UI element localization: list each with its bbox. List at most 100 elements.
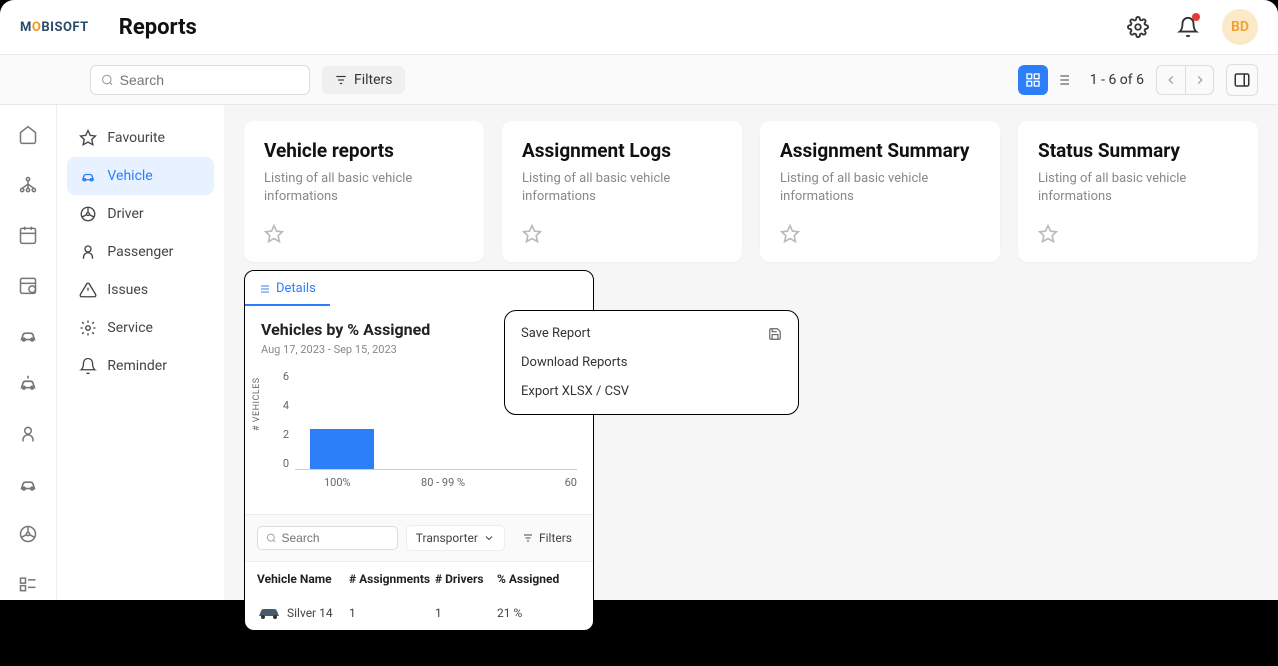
sidebar-label: Driver: [107, 206, 143, 222]
sidebar-item-passenger[interactable]: Passenger: [67, 233, 214, 271]
user-icon: [18, 424, 38, 444]
chevron-left-icon: [1164, 73, 1178, 87]
sidebar-label: Issues: [107, 282, 148, 298]
cell-assignments: 1: [349, 606, 435, 620]
card-title: Assignment Summary: [780, 139, 980, 162]
list-icon: [259, 283, 271, 295]
report-card-vehicle[interactable]: Vehicle reports Listing of all basic veh…: [244, 121, 484, 262]
sidebar-item-favourite[interactable]: Favourite: [67, 119, 214, 157]
grid-icon: [1025, 72, 1041, 88]
steering-icon: [18, 524, 38, 544]
car-icon: [79, 167, 97, 185]
sidebar-item-service[interactable]: Service: [67, 309, 214, 347]
pager-prev[interactable]: [1157, 66, 1185, 94]
xtick: 60: [506, 476, 577, 489]
y-axis-label: # VEHICLES: [252, 377, 262, 431]
card-desc: Listing of all basic vehicle information…: [780, 170, 980, 206]
sidebar-label: Vehicle: [107, 168, 152, 184]
ctx-save-report[interactable]: Save Report: [505, 319, 798, 348]
card-desc: Listing of all basic vehicle information…: [1038, 170, 1238, 206]
ytick: 2: [277, 428, 289, 441]
search-input[interactable]: [120, 72, 299, 88]
rail-car2[interactable]: [8, 369, 48, 401]
user-avatar[interactable]: BD: [1222, 9, 1258, 45]
bar-1: [310, 429, 374, 469]
bell-icon: [79, 357, 97, 375]
schedule-icon: [18, 275, 38, 295]
card-desc: Listing of all basic vehicle information…: [522, 170, 722, 206]
report-card-status-summary[interactable]: Status Summary Listing of all basic vehi…: [1018, 121, 1258, 262]
star-outline-icon[interactable]: [264, 224, 284, 244]
page-title: Reports: [119, 15, 197, 40]
list-view-button[interactable]: [1048, 65, 1078, 95]
filters-button[interactable]: Filters: [322, 66, 405, 94]
steering-icon: [79, 205, 97, 223]
table-row[interactable]: Silver 14 1 1 21 %: [245, 596, 593, 630]
card-desc: Listing of all basic vehicle information…: [264, 170, 464, 206]
xtick: 80 - 99 %: [380, 476, 507, 489]
search-box[interactable]: [90, 65, 310, 95]
detail-filters-button[interactable]: Filters: [513, 526, 581, 550]
cell-drivers: 1: [435, 606, 497, 620]
ctx-label: Download Reports: [521, 355, 627, 370]
logo: MOBISOFT: [20, 20, 89, 35]
gear-icon: [1127, 16, 1149, 38]
settings-button[interactable]: [1122, 11, 1154, 43]
detail-search-input[interactable]: [281, 531, 388, 545]
gear-icon: [79, 319, 97, 337]
rail-user[interactable]: [8, 418, 48, 450]
rail-org[interactable]: [8, 169, 48, 201]
list-icon: [1055, 72, 1071, 88]
cell-name: Silver 14: [287, 606, 333, 620]
ctx-label: Save Report: [521, 326, 591, 341]
rail-layout[interactable]: [8, 568, 48, 600]
rail-car3[interactable]: [8, 468, 48, 500]
sidebar-item-issues[interactable]: Issues: [67, 271, 214, 309]
tab-label: Details: [276, 281, 316, 296]
star-outline-icon[interactable]: [780, 224, 800, 244]
rail-car1[interactable]: [8, 319, 48, 351]
star-outline-icon[interactable]: [522, 224, 542, 244]
sidebar-label: Service: [107, 320, 153, 336]
panel-toggle-button[interactable]: [1226, 64, 1258, 96]
star-outline-icon[interactable]: [1038, 224, 1058, 244]
panel-icon: [1233, 71, 1251, 89]
user-icon: [79, 243, 97, 261]
rail-steering[interactable]: [8, 518, 48, 550]
transporter-label: Transporter: [416, 531, 478, 545]
rail-calendar[interactable]: [8, 219, 48, 251]
warning-icon: [79, 281, 97, 299]
star-icon: [79, 129, 97, 147]
rail-home[interactable]: [8, 119, 48, 151]
ytick: 4: [277, 399, 289, 412]
context-menu: Save Report Download Reports Export XLSX…: [504, 310, 799, 415]
col-header: # Assignments: [349, 572, 435, 586]
ytick: 6: [277, 370, 289, 383]
detail-search[interactable]: [257, 526, 398, 550]
grid-view-button[interactable]: [1018, 65, 1048, 95]
pager-next[interactable]: [1185, 66, 1213, 94]
sidebar-item-reminder[interactable]: Reminder: [67, 347, 214, 385]
report-card-assignment-logs[interactable]: Assignment Logs Listing of all basic veh…: [502, 121, 742, 262]
col-header: % Assigned: [497, 572, 581, 586]
notifications-button[interactable]: [1172, 11, 1204, 43]
col-header: # Drivers: [435, 572, 497, 586]
card-title: Status Summary: [1038, 139, 1238, 162]
rail-schedule[interactable]: [8, 269, 48, 301]
sidebar-item-vehicle[interactable]: Vehicle: [67, 157, 214, 195]
transporter-dropdown[interactable]: Transporter: [406, 525, 505, 551]
sidebar-item-driver[interactable]: Driver: [67, 195, 214, 233]
ctx-export[interactable]: Export XLSX / CSV: [505, 377, 798, 406]
ctx-download-reports[interactable]: Download Reports: [505, 348, 798, 377]
card-title: Assignment Logs: [522, 139, 722, 162]
ctx-label: Export XLSX / CSV: [521, 384, 629, 399]
detail-filters-label: Filters: [539, 531, 572, 545]
tab-details[interactable]: Details: [245, 271, 330, 306]
report-card-assignment-summary[interactable]: Assignment Summary Listing of all basic …: [760, 121, 1000, 262]
filter-icon: [334, 73, 348, 87]
card-title: Vehicle reports: [264, 139, 464, 162]
chevron-down-icon: [483, 532, 495, 544]
col-header: Vehicle Name: [257, 572, 349, 586]
cell-pct: 21 %: [497, 606, 581, 620]
ytick: 0: [277, 457, 289, 470]
